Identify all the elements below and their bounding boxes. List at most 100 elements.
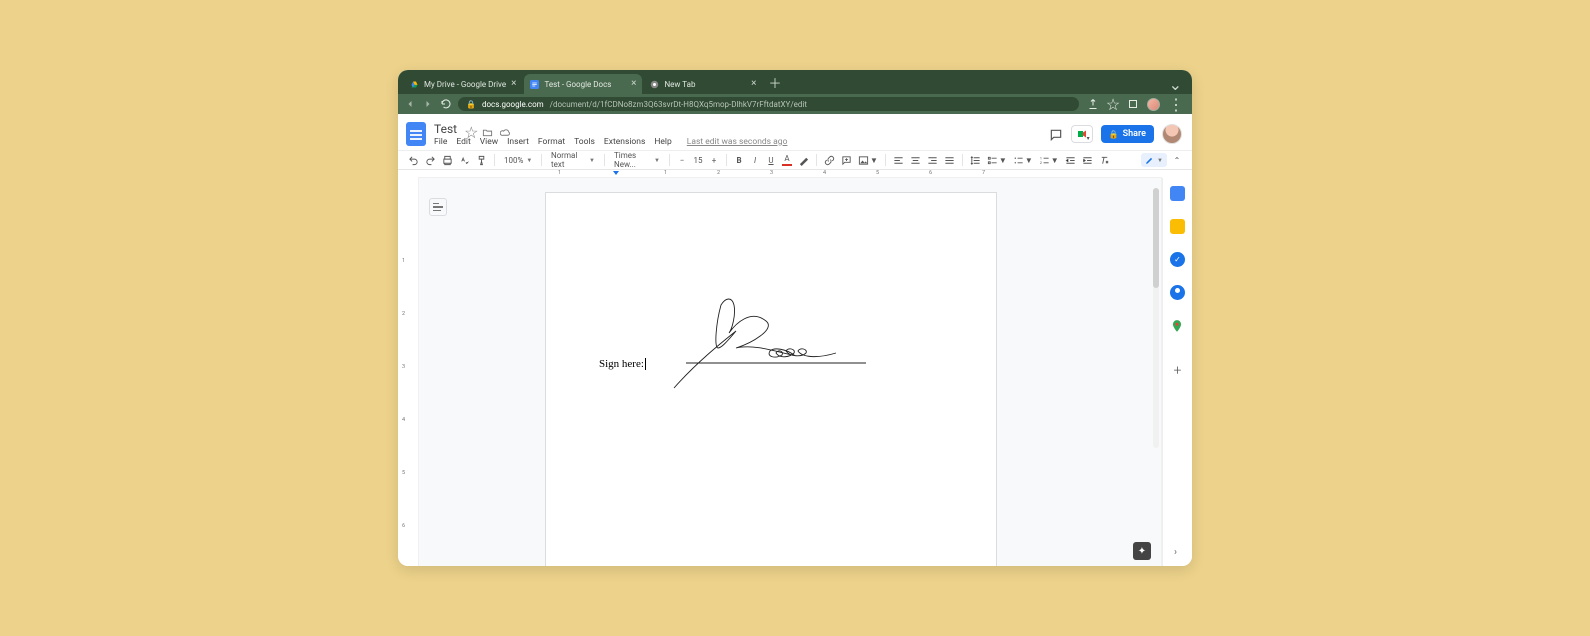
sign-here-text[interactable]: Sign here:	[599, 358, 646, 370]
share-label: Share	[1123, 129, 1146, 139]
reload-button[interactable]	[440, 98, 452, 110]
address-field[interactable]: 🔒 docs.google.com/document/d/1fCDNo8zm3Q…	[458, 97, 1079, 111]
maps-icon[interactable]	[1170, 318, 1185, 333]
decrease-font-button[interactable]: −	[675, 153, 689, 167]
align-justify-button[interactable]	[942, 153, 957, 167]
explore-button[interactable]: ✦	[1133, 542, 1151, 560]
menu-extensions[interactable]: Extensions	[604, 137, 645, 147]
editing-mode-selector[interactable]: ▼	[1141, 153, 1167, 167]
print-button[interactable]	[440, 153, 455, 167]
browser-tab-newtab[interactable]: New Tab ×	[644, 74, 762, 94]
install-icon[interactable]	[1127, 98, 1139, 110]
favicon-docs	[530, 80, 539, 89]
redo-button[interactable]	[423, 153, 438, 167]
tasks-icon[interactable]	[1170, 252, 1185, 267]
page[interactable]: Sign here:	[545, 192, 997, 566]
increase-indent-button[interactable]	[1080, 153, 1095, 167]
font-selector[interactable]: Times New...▼	[610, 153, 664, 167]
tabs-overflow-icon[interactable]: ⌄	[1169, 75, 1182, 94]
close-icon[interactable]: ×	[751, 79, 756, 89]
menu-view[interactable]: View	[480, 137, 498, 147]
decrease-indent-button[interactable]	[1063, 153, 1078, 167]
cloud-status-icon[interactable]	[500, 123, 511, 134]
comment-history-icon[interactable]	[1049, 127, 1063, 141]
tab-title: My Drive - Google Drive	[424, 80, 506, 89]
document-canvas[interactable]: Sign here: ✦ ›	[418, 178, 1162, 566]
font-size-field[interactable]: 15	[691, 156, 705, 165]
toolbar: 100%▼ Normal text▼ Times New...▼ − 15 + …	[398, 150, 1192, 170]
numbered-list-button[interactable]: 12▼	[1037, 153, 1061, 167]
menu-insert[interactable]: Insert	[507, 137, 529, 147]
meet-button[interactable]	[1071, 125, 1093, 143]
last-edit-link[interactable]: Last edit was seconds ago	[687, 137, 788, 147]
close-icon[interactable]: ×	[631, 79, 636, 89]
underline-button[interactable]: U	[764, 153, 778, 167]
italic-button[interactable]: I	[748, 153, 762, 167]
menu-edit[interactable]: Edit	[456, 137, 470, 147]
add-addon-button[interactable]: +	[1174, 363, 1182, 379]
browser-window: My Drive - Google Drive × Test - Google …	[398, 70, 1192, 566]
keep-icon[interactable]	[1170, 219, 1185, 234]
bookmark-icon[interactable]: ☆	[1107, 98, 1119, 110]
align-left-button[interactable]	[891, 153, 906, 167]
tab-strip: My Drive - Google Drive × Test - Google …	[398, 70, 1192, 94]
checklist-button[interactable]: ▼	[985, 153, 1009, 167]
align-center-button[interactable]	[908, 153, 923, 167]
indent-marker-icon[interactable]	[613, 171, 619, 175]
docs-logo-icon[interactable]	[406, 122, 426, 146]
docs-titlebar: Test ☆ File Edit View Insert Format Tool…	[398, 114, 1192, 150]
close-icon[interactable]: ×	[511, 79, 516, 89]
text-color-button[interactable]: A	[780, 153, 794, 167]
align-right-button[interactable]	[925, 153, 940, 167]
calendar-icon[interactable]	[1170, 186, 1185, 201]
increase-font-button[interactable]: +	[707, 153, 721, 167]
menu-format[interactable]: Format	[538, 137, 565, 147]
paint-format-button[interactable]	[474, 153, 489, 167]
line-spacing-button[interactable]	[968, 153, 983, 167]
highlight-button[interactable]	[796, 153, 811, 167]
new-tab-button[interactable]: ＋	[768, 76, 781, 94]
outline-toggle-button[interactable]	[429, 198, 447, 216]
signature-drawing[interactable]	[666, 293, 876, 393]
bulleted-list-button[interactable]: ▼	[1011, 153, 1035, 167]
avatar[interactable]	[1147, 98, 1160, 111]
sidepanel-collapse-icon[interactable]: ›	[1174, 547, 1177, 558]
vertical-ruler[interactable]: 1 2 3 4 5 6	[398, 178, 418, 566]
bold-button[interactable]: B	[732, 153, 746, 167]
collapse-toolbar-button[interactable]: ⌃	[1170, 153, 1184, 167]
add-comment-button[interactable]	[839, 153, 854, 167]
share-icon[interactable]	[1087, 98, 1099, 110]
clear-formatting-button[interactable]	[1097, 153, 1112, 167]
insert-image-button[interactable]: ▼	[856, 153, 880, 167]
back-button[interactable]	[404, 98, 416, 110]
browser-tab-docs[interactable]: Test - Google Docs ×	[524, 74, 642, 94]
account-avatar[interactable]	[1162, 124, 1182, 144]
zoom-selector[interactable]: 100%▼	[500, 153, 536, 167]
move-icon[interactable]	[482, 123, 493, 134]
menu-bar: File Edit View Insert Format Tools Exten…	[434, 137, 787, 147]
menu-file[interactable]: File	[434, 137, 447, 147]
url-path: /document/d/1fCDNo8zm3Q63svrDt-H8QXq5mop…	[550, 100, 807, 109]
paragraph-style-selector[interactable]: Normal text▼	[547, 153, 599, 167]
tab-title: New Tab	[664, 80, 695, 89]
url-bar: 🔒 docs.google.com/document/d/1fCDNo8zm3Q…	[398, 94, 1192, 114]
tab-title: Test - Google Docs	[544, 80, 611, 89]
insert-link-button[interactable]	[822, 153, 837, 167]
spellcheck-button[interactable]	[457, 153, 472, 167]
forward-button[interactable]	[422, 98, 434, 110]
share-button[interactable]: 🔒 Share	[1101, 125, 1154, 143]
kebab-menu-icon[interactable]: ⋮	[1168, 95, 1184, 114]
vertical-scrollbar[interactable]	[1153, 188, 1159, 448]
text-cursor	[645, 358, 646, 370]
horizontal-ruler[interactable]: 1 1 2 3 4 5 6 7	[418, 170, 1162, 178]
star-icon[interactable]: ☆	[464, 123, 475, 134]
menu-tools[interactable]: Tools	[574, 137, 595, 147]
menu-help[interactable]: Help	[654, 137, 671, 147]
document-title[interactable]: Test	[434, 122, 457, 136]
contacts-icon[interactable]	[1170, 285, 1185, 300]
browser-tab-drive[interactable]: My Drive - Google Drive ×	[404, 74, 522, 94]
url-host: docs.google.com	[482, 100, 544, 109]
undo-button[interactable]	[406, 153, 421, 167]
lock-icon: 🔒	[466, 100, 476, 109]
side-panel: +	[1162, 178, 1192, 566]
